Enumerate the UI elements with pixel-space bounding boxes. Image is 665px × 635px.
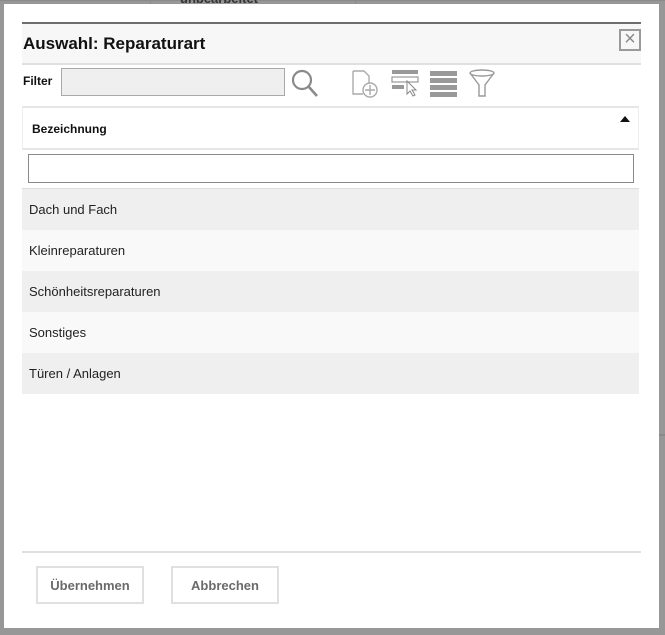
accept-button[interactable]: Übernehmen	[36, 566, 144, 604]
filter-input[interactable]	[61, 68, 285, 96]
dialog-title: Auswahl: Reparaturart	[23, 34, 206, 53]
close-button[interactable]: ×	[619, 29, 641, 51]
column-filter-row	[22, 150, 639, 189]
search-icon[interactable]	[290, 68, 320, 98]
dialog-header: Auswahl: Reparaturart ×	[22, 24, 641, 65]
list-item[interactable]: Türen / Anlagen	[22, 353, 639, 394]
sort-ascending-icon[interactable]	[620, 116, 630, 122]
column-filter-input[interactable]	[28, 154, 634, 183]
footer-divider	[22, 551, 641, 553]
filter-funnel-icon[interactable]	[467, 68, 497, 98]
list-item[interactable]: Schönheitsreparaturen	[22, 271, 639, 312]
background-grid-line	[0, 0, 665, 1]
new-document-icon[interactable]	[350, 68, 380, 98]
list-item[interactable]: Dach und Fach	[22, 189, 639, 230]
cancel-button[interactable]: Abbrechen	[171, 566, 279, 604]
close-icon: ×	[624, 28, 636, 50]
filter-label: Filter	[23, 74, 53, 88]
selection-grid: Bezeichnung Dach und Fach Kleinreparatur…	[22, 106, 639, 394]
list-item[interactable]: Sonstiges	[22, 312, 639, 353]
list-icon[interactable]	[429, 68, 459, 98]
background-grid-line	[659, 434, 665, 436]
list-item[interactable]: Kleinreparaturen	[22, 230, 639, 271]
selection-dialog: Auswahl: Reparaturart × Filter Bezeichnu…	[4, 4, 659, 628]
select-row-icon[interactable]	[390, 68, 420, 98]
column-title: Bezeichnung	[32, 122, 107, 136]
column-header-bezeichnung[interactable]: Bezeichnung	[22, 106, 639, 150]
